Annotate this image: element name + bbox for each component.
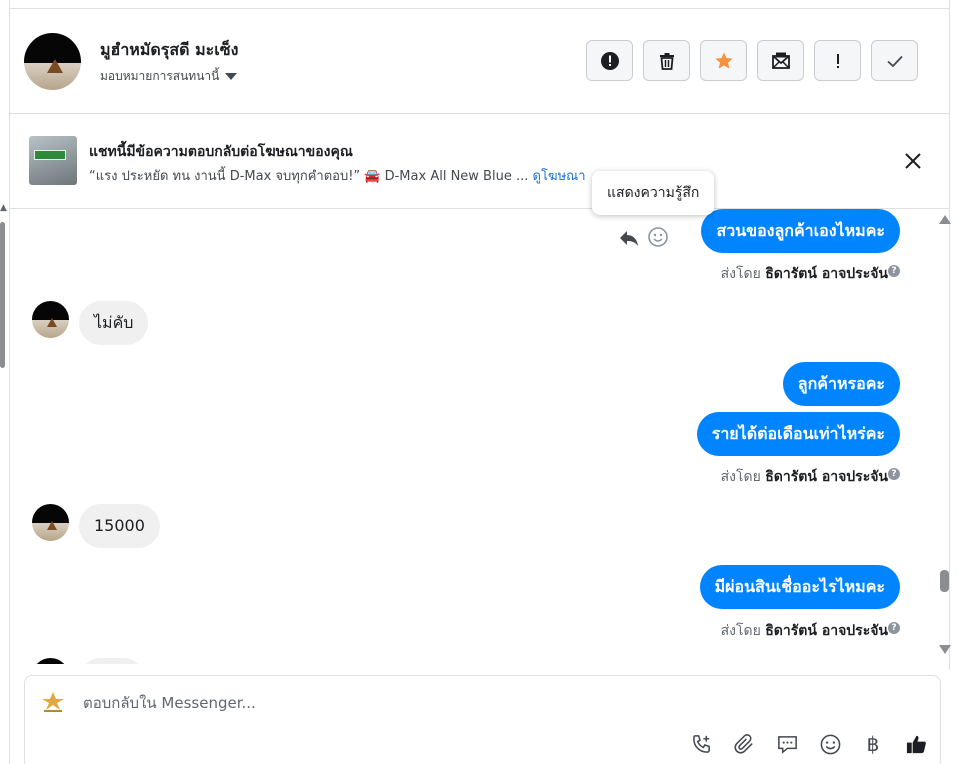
sent-by-label: ส่งโดย ธิดารัตน์ อาจประจัน	[721, 620, 888, 642]
message-outgoing[interactable]: รายได้ต่อเดือนเท่าไหร่คะ	[696, 412, 900, 456]
message-outgoing[interactable]: มีผ่อนสินเชื่ออะไรไหมคะ	[699, 565, 900, 609]
banner-title: แชทนี้มีข้อความตอบกลับต่อโฆษณาของคุณ	[89, 144, 353, 160]
follow-up-button[interactable]	[814, 40, 861, 81]
contact-avatar[interactable]	[24, 33, 81, 90]
view-ad-link[interactable]: ดูโฆษณา	[533, 169, 586, 184]
mark-unread-button[interactable]	[757, 40, 804, 81]
emoji-icon	[820, 734, 840, 754]
exclamation-icon	[836, 53, 839, 68]
right-border	[949, 0, 950, 670]
agent-name: ธิดารัตน์ อาจประจัน	[765, 266, 888, 282]
assign-conversation-dropdown[interactable]: มอบหมายการสนทนานี้	[100, 67, 238, 86]
help-icon[interactable]: ?	[888, 468, 900, 480]
assign-label: มอบหมายการสนทนานี้	[100, 69, 220, 83]
sent-by-label: ส่งโดย ธิดารัตน์ อาจประจัน	[721, 263, 888, 285]
thread-scrollbar[interactable]	[940, 570, 949, 592]
inbox-conversation: ▲ มูฮำหมัดรุสดี มะเซ็ง มอบหมายการสนทนานี…	[0, 0, 958, 764]
contact-name[interactable]: มูฮำหมัดรุสดี มะเซ็ง	[100, 38, 238, 63]
outer-scroll-up-icon[interactable]: ▲	[0, 203, 7, 213]
call-button[interactable]	[689, 732, 713, 756]
reaction-tooltip: แสดงความรู้สึก	[592, 171, 715, 215]
message-outgoing[interactable]: ลูกค้าหรอคะ	[782, 362, 900, 406]
payment-button[interactable]: ฿	[861, 732, 885, 756]
message-incoming[interactable]: ไม่คับ	[79, 301, 149, 345]
contact-avatar-small	[32, 504, 69, 541]
message-outgoing[interactable]: สวนของลูกค้าเองไหมคะ	[701, 209, 900, 253]
close-icon[interactable]	[902, 150, 924, 172]
scroll-down-icon[interactable]	[939, 645, 951, 654]
scroll-up-icon[interactable]	[939, 215, 951, 224]
contact-avatar-small	[32, 301, 69, 338]
trash-icon	[659, 52, 674, 70]
mark-done-button[interactable]	[871, 40, 918, 81]
check-icon	[886, 55, 903, 67]
star-icon	[714, 52, 733, 69]
help-icon[interactable]: ?	[888, 622, 900, 634]
saved-replies-button[interactable]	[775, 732, 799, 756]
attach-button[interactable]	[732, 732, 756, 756]
conversation-actions	[586, 40, 918, 81]
composer-toolbar: ฿	[689, 732, 928, 756]
message-incoming-partial[interactable]	[79, 658, 145, 664]
ad-reply-banner: แชทนี้มีข้อความตอบกลับต่อโฆษณาของคุณ “แร…	[10, 114, 949, 209]
sent-by-label: ส่งโดย ธิดารัตน์ อาจประจัน	[721, 466, 888, 488]
like-icon	[906, 735, 926, 753]
alert-circle-icon	[600, 51, 619, 70]
message-incoming[interactable]: 15000	[79, 504, 160, 548]
mail-icon	[771, 52, 790, 69]
paperclip-icon	[733, 733, 753, 754]
like-button[interactable]	[904, 732, 928, 756]
reply-composer: ฿	[24, 675, 941, 764]
spam-button[interactable]	[586, 40, 633, 81]
conversation-header: มูฮำหมัดรุสดี มะเซ็ง มอบหมายการสนทนานี้	[10, 9, 949, 114]
sent-by-prefix: ส่งโดย	[720, 266, 761, 282]
react-emoji-icon[interactable]	[647, 226, 669, 248]
contact-avatar-small	[32, 658, 69, 664]
reply-icon[interactable]	[618, 227, 640, 249]
star-button[interactable]	[700, 40, 747, 81]
outer-scrollbar[interactable]	[0, 222, 5, 368]
sent-by-prefix: ส่งโดย	[720, 623, 761, 639]
saved-reply-icon	[777, 735, 797, 754]
banner-subtitle: “แรง ประหยัด ทน งานนี้ D-Max จบทุกคำตอบ!…	[89, 165, 586, 186]
ad-text: “แรง ประหยัด ทน งานนี้ D-Max จบทุกคำตอบ!…	[89, 169, 529, 184]
agent-name: ธิดารัตน์ อาจประจัน	[765, 469, 888, 485]
help-icon[interactable]: ?	[888, 265, 900, 277]
page-logo-icon	[42, 692, 64, 712]
agent-name: ธิดารัตน์ อาจประจัน	[765, 623, 888, 639]
reply-input[interactable]	[83, 694, 683, 712]
message-thread: สวนของลูกค้าเองไหมคะ ส่งโดย ธิดารัตน์ อา…	[10, 209, 937, 664]
phone-add-icon	[692, 734, 710, 753]
ad-thumbnail[interactable]	[29, 136, 77, 185]
emoji-button[interactable]	[818, 732, 842, 756]
sent-by-prefix: ส่งโดย	[720, 469, 761, 485]
delete-button[interactable]	[643, 40, 690, 81]
caret-down-icon	[225, 73, 238, 80]
baht-icon: ฿	[866, 732, 880, 756]
